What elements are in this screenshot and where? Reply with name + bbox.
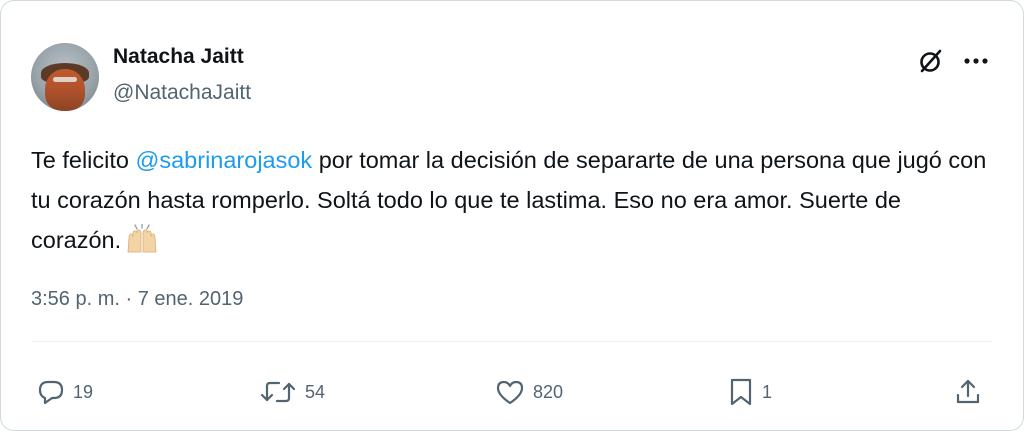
tweet-text-start: Te felicito — [31, 147, 136, 173]
tweet-card: Natacha Jaitt @NatachaJaitt Te felicito … — [0, 0, 1024, 431]
heart-icon — [495, 378, 525, 406]
more-icon[interactable] — [961, 47, 991, 75]
tweet-timestamp[interactable]: 3:56 p. m. · 7 ene. 2019 — [31, 288, 243, 311]
like-button[interactable]: 820 — [495, 375, 563, 409]
bookmark-icon — [728, 377, 754, 407]
like-count: 820 — [533, 381, 564, 402]
author-name[interactable]: Natacha Jaitt — [113, 45, 244, 69]
retweet-count: 54 — [305, 381, 326, 402]
author-handle[interactable]: @NatachaJaitt — [113, 81, 251, 105]
reply-icon — [37, 378, 65, 406]
raising-hands-emoji — [125, 223, 159, 266]
mention-link[interactable]: @sabrinarojasok — [136, 147, 313, 173]
bookmark-button[interactable]: 1 — [728, 375, 772, 409]
grok-icon[interactable] — [917, 47, 945, 75]
bookmark-count: 1 — [762, 381, 773, 402]
reply-count: 19 — [73, 381, 94, 402]
retweet-icon — [259, 378, 297, 406]
divider — [31, 341, 993, 342]
share-icon — [953, 377, 983, 407]
tweet-text: Te felicito @sabrinarojasok por tomar la… — [31, 140, 991, 266]
retweet-button[interactable]: 54 — [259, 375, 325, 409]
reply-button[interactable]: 19 — [37, 375, 93, 409]
avatar-face — [45, 69, 85, 111]
share-button[interactable] — [953, 375, 983, 409]
avatar-glasses — [53, 77, 77, 82]
avatar[interactable] — [31, 43, 99, 111]
